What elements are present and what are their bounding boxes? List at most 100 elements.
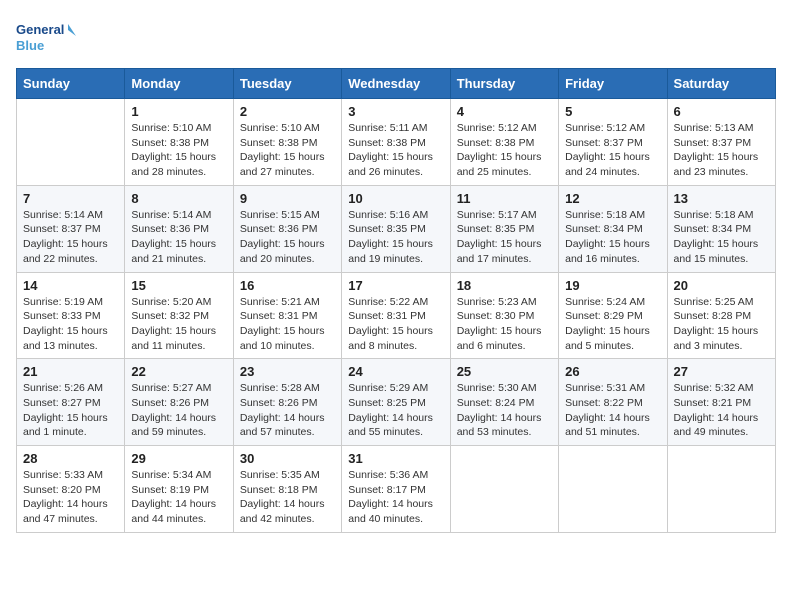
day-cell: 30 Sunrise: 5:35 AM Sunset: 8:18 PM Dayli… bbox=[233, 446, 341, 533]
day-info: Sunrise: 5:30 AM Sunset: 8:24 PM Dayligh… bbox=[457, 381, 552, 440]
day-number: 25 bbox=[457, 364, 552, 379]
day-info: Sunrise: 5:13 AM Sunset: 8:37 PM Dayligh… bbox=[674, 121, 769, 180]
day-cell: 13 Sunrise: 5:18 AM Sunset: 8:34 PM Dayli… bbox=[667, 185, 775, 272]
day-cell: 8 Sunrise: 5:14 AM Sunset: 8:36 PM Daylig… bbox=[125, 185, 233, 272]
day-cell: 27 Sunrise: 5:32 AM Sunset: 8:21 PM Dayli… bbox=[667, 359, 775, 446]
day-number: 20 bbox=[674, 278, 769, 293]
day-cell: 14 Sunrise: 5:19 AM Sunset: 8:33 PM Dayli… bbox=[17, 272, 125, 359]
day-number: 18 bbox=[457, 278, 552, 293]
week-row-4: 21Sunrise: 5:26 AM Sunset: 8:27 PM Dayli… bbox=[17, 359, 776, 446]
day-cell: 31 Sunrise: 5:36 AM Sunset: 8:17 PM Dayli… bbox=[342, 446, 450, 533]
col-header-sunday: Sunday bbox=[17, 69, 125, 99]
day-cell: 11 Sunrise: 5:17 AM Sunset: 8:35 PM Dayli… bbox=[450, 185, 558, 272]
day-cell: 2 Sunrise: 5:10 AM Sunset: 8:38 PM Daylig… bbox=[233, 99, 341, 186]
day-cell: 23 Sunrise: 5:28 AM Sunset: 8:26 PM Dayli… bbox=[233, 359, 341, 446]
day-number: 17 bbox=[348, 278, 443, 293]
day-info: Sunrise: 5:34 AM Sunset: 8:19 PM Dayligh… bbox=[131, 468, 226, 527]
day-info: Sunrise: 5:14 AM Sunset: 8:37 PM Dayligh… bbox=[23, 208, 118, 267]
day-cell: 22 Sunrise: 5:27 AM Sunset: 8:26 PM Dayli… bbox=[125, 359, 233, 446]
day-number: 1 bbox=[131, 104, 226, 119]
day-info: Sunrise: 5:22 AM Sunset: 8:31 PM Dayligh… bbox=[348, 295, 443, 354]
day-info: Sunrise: 5:14 AM Sunset: 8:36 PM Dayligh… bbox=[131, 208, 226, 267]
week-row-2: 7 Sunrise: 5:14 AM Sunset: 8:37 PM Daylig… bbox=[17, 185, 776, 272]
col-header-friday: Friday bbox=[559, 69, 667, 99]
day-number: 30 bbox=[240, 451, 335, 466]
day-number: 2 bbox=[240, 104, 335, 119]
day-cell: 20 Sunrise: 5:25 AM Sunset: 8:28 PM Dayli… bbox=[667, 272, 775, 359]
day-cell: 19 Sunrise: 5:24 AM Sunset: 8:29 PM Dayli… bbox=[559, 272, 667, 359]
day-info: Sunrise: 5:26 AM Sunset: 8:27 PM Dayligh… bbox=[23, 381, 118, 440]
day-info: Sunrise: 5:12 AM Sunset: 8:37 PM Dayligh… bbox=[565, 121, 660, 180]
day-number: 28 bbox=[23, 451, 118, 466]
day-cell: 12 Sunrise: 5:18 AM Sunset: 8:34 PM Dayli… bbox=[559, 185, 667, 272]
day-cell: 10 Sunrise: 5:16 AM Sunset: 8:35 PM Dayli… bbox=[342, 185, 450, 272]
day-info: Sunrise: 5:27 AM Sunset: 8:26 PM Dayligh… bbox=[131, 381, 226, 440]
day-number: 5 bbox=[565, 104, 660, 119]
day-info: Sunrise: 5:24 AM Sunset: 8:29 PM Dayligh… bbox=[565, 295, 660, 354]
day-info: Sunrise: 5:35 AM Sunset: 8:18 PM Dayligh… bbox=[240, 468, 335, 527]
col-header-wednesday: Wednesday bbox=[342, 69, 450, 99]
day-number: 9 bbox=[240, 191, 335, 206]
day-info: Sunrise: 5:23 AM Sunset: 8:30 PM Dayligh… bbox=[457, 295, 552, 354]
week-row-3: 14 Sunrise: 5:19 AM Sunset: 8:33 PM Dayli… bbox=[17, 272, 776, 359]
day-cell: 24Sunrise: 5:29 AM Sunset: 8:25 PM Dayli… bbox=[342, 359, 450, 446]
day-info: Sunrise: 5:10 AM Sunset: 8:38 PM Dayligh… bbox=[131, 121, 226, 180]
day-cell: 17 Sunrise: 5:22 AM Sunset: 8:31 PM Dayli… bbox=[342, 272, 450, 359]
day-info: Sunrise: 5:33 AM Sunset: 8:20 PM Dayligh… bbox=[23, 468, 118, 527]
day-info: Sunrise: 5:32 AM Sunset: 8:21 PM Dayligh… bbox=[674, 381, 769, 440]
day-cell bbox=[667, 446, 775, 533]
day-number: 27 bbox=[674, 364, 769, 379]
day-cell: 4 Sunrise: 5:12 AM Sunset: 8:38 PM Daylig… bbox=[450, 99, 558, 186]
week-row-1: 1 Sunrise: 5:10 AM Sunset: 8:38 PM Daylig… bbox=[17, 99, 776, 186]
day-cell: 28 Sunrise: 5:33 AM Sunset: 8:20 PM Dayli… bbox=[17, 446, 125, 533]
day-info: Sunrise: 5:10 AM Sunset: 8:38 PM Dayligh… bbox=[240, 121, 335, 180]
day-number: 26 bbox=[565, 364, 660, 379]
day-number: 12 bbox=[565, 191, 660, 206]
header-row: SundayMondayTuesdayWednesdayThursdayFrid… bbox=[17, 69, 776, 99]
day-info: Sunrise: 5:21 AM Sunset: 8:31 PM Dayligh… bbox=[240, 295, 335, 354]
day-info: Sunrise: 5:25 AM Sunset: 8:28 PM Dayligh… bbox=[674, 295, 769, 354]
logo-svg: General Blue bbox=[16, 16, 76, 60]
day-number: 23 bbox=[240, 364, 335, 379]
day-cell: 5 Sunrise: 5:12 AM Sunset: 8:37 PM Daylig… bbox=[559, 99, 667, 186]
col-header-saturday: Saturday bbox=[667, 69, 775, 99]
day-cell: 16 Sunrise: 5:21 AM Sunset: 8:31 PM Dayli… bbox=[233, 272, 341, 359]
day-cell: 25 Sunrise: 5:30 AM Sunset: 8:24 PM Dayli… bbox=[450, 359, 558, 446]
day-info: Sunrise: 5:16 AM Sunset: 8:35 PM Dayligh… bbox=[348, 208, 443, 267]
day-number: 11 bbox=[457, 191, 552, 206]
day-number: 31 bbox=[348, 451, 443, 466]
day-info: Sunrise: 5:18 AM Sunset: 8:34 PM Dayligh… bbox=[674, 208, 769, 267]
day-number: 3 bbox=[348, 104, 443, 119]
day-info: Sunrise: 5:29 AM Sunset: 8:25 PM Dayligh… bbox=[348, 381, 443, 440]
svg-text:Blue: Blue bbox=[16, 38, 44, 53]
day-cell: 3Sunrise: 5:11 AM Sunset: 8:38 PM Daylig… bbox=[342, 99, 450, 186]
day-info: Sunrise: 5:18 AM Sunset: 8:34 PM Dayligh… bbox=[565, 208, 660, 267]
day-number: 19 bbox=[565, 278, 660, 293]
day-info: Sunrise: 5:28 AM Sunset: 8:26 PM Dayligh… bbox=[240, 381, 335, 440]
day-number: 8 bbox=[131, 191, 226, 206]
day-number: 16 bbox=[240, 278, 335, 293]
day-cell bbox=[450, 446, 558, 533]
day-info: Sunrise: 5:31 AM Sunset: 8:22 PM Dayligh… bbox=[565, 381, 660, 440]
svg-text:General: General bbox=[16, 22, 64, 37]
calendar-table: SundayMondayTuesdayWednesdayThursdayFrid… bbox=[16, 68, 776, 533]
col-header-tuesday: Tuesday bbox=[233, 69, 341, 99]
page-header: General Blue bbox=[16, 16, 776, 60]
day-number: 6 bbox=[674, 104, 769, 119]
day-info: Sunrise: 5:36 AM Sunset: 8:17 PM Dayligh… bbox=[348, 468, 443, 527]
day-info: Sunrise: 5:19 AM Sunset: 8:33 PM Dayligh… bbox=[23, 295, 118, 354]
day-cell: 7 Sunrise: 5:14 AM Sunset: 8:37 PM Daylig… bbox=[17, 185, 125, 272]
week-row-5: 28 Sunrise: 5:33 AM Sunset: 8:20 PM Dayli… bbox=[17, 446, 776, 533]
day-number: 14 bbox=[23, 278, 118, 293]
day-number: 22 bbox=[131, 364, 226, 379]
day-info: Sunrise: 5:17 AM Sunset: 8:35 PM Dayligh… bbox=[457, 208, 552, 267]
day-info: Sunrise: 5:15 AM Sunset: 8:36 PM Dayligh… bbox=[240, 208, 335, 267]
day-cell: 1 Sunrise: 5:10 AM Sunset: 8:38 PM Daylig… bbox=[125, 99, 233, 186]
day-cell: 26 Sunrise: 5:31 AM Sunset: 8:22 PM Dayli… bbox=[559, 359, 667, 446]
day-cell bbox=[559, 446, 667, 533]
day-info: Sunrise: 5:12 AM Sunset: 8:38 PM Dayligh… bbox=[457, 121, 552, 180]
day-number: 4 bbox=[457, 104, 552, 119]
day-number: 10 bbox=[348, 191, 443, 206]
day-number: 13 bbox=[674, 191, 769, 206]
day-number: 7 bbox=[23, 191, 118, 206]
